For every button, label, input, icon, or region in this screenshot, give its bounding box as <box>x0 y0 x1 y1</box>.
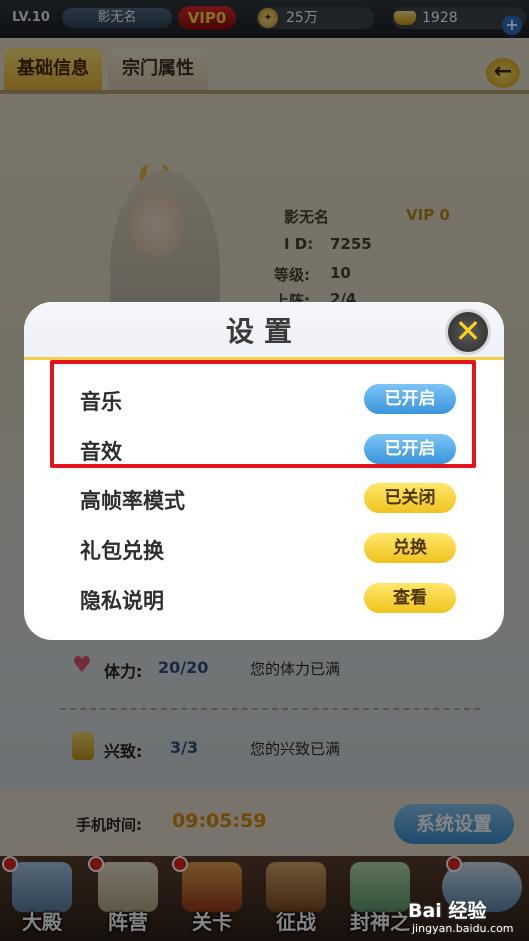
setting-label: 礼包兑换 <box>80 539 164 563</box>
watermark-url: jingyan.baidu.com <box>412 922 514 935</box>
settings-dialog: 设置 ✕ 音乐 已开启 音效 已开启 高帧率模式 已关闭 礼包兑换 兑换 隐私说… <box>24 302 504 640</box>
setting-row-gift-code: 礼包兑换 兑换 <box>24 527 504 571</box>
setting-row-high-framerate: 高帧率模式 已关闭 <box>24 477 504 521</box>
redeem-button[interactable]: 兑换 <box>364 533 456 563</box>
view-privacy-button[interactable]: 查看 <box>364 583 456 613</box>
dialog-title: 设置 <box>225 315 302 348</box>
setting-label: 高帧率模式 <box>80 489 185 513</box>
close-icon[interactable]: ✕ <box>445 309 491 355</box>
dialog-header: 设置 ✕ <box>24 302 504 360</box>
annotation-highlight-box <box>50 360 476 468</box>
setting-row-privacy: 隐私说明 查看 <box>24 577 504 621</box>
baidu-watermark: Bai 经验 <box>408 900 487 922</box>
setting-label: 隐私说明 <box>80 589 164 613</box>
high-framerate-toggle-button[interactable]: 已关闭 <box>364 483 456 513</box>
